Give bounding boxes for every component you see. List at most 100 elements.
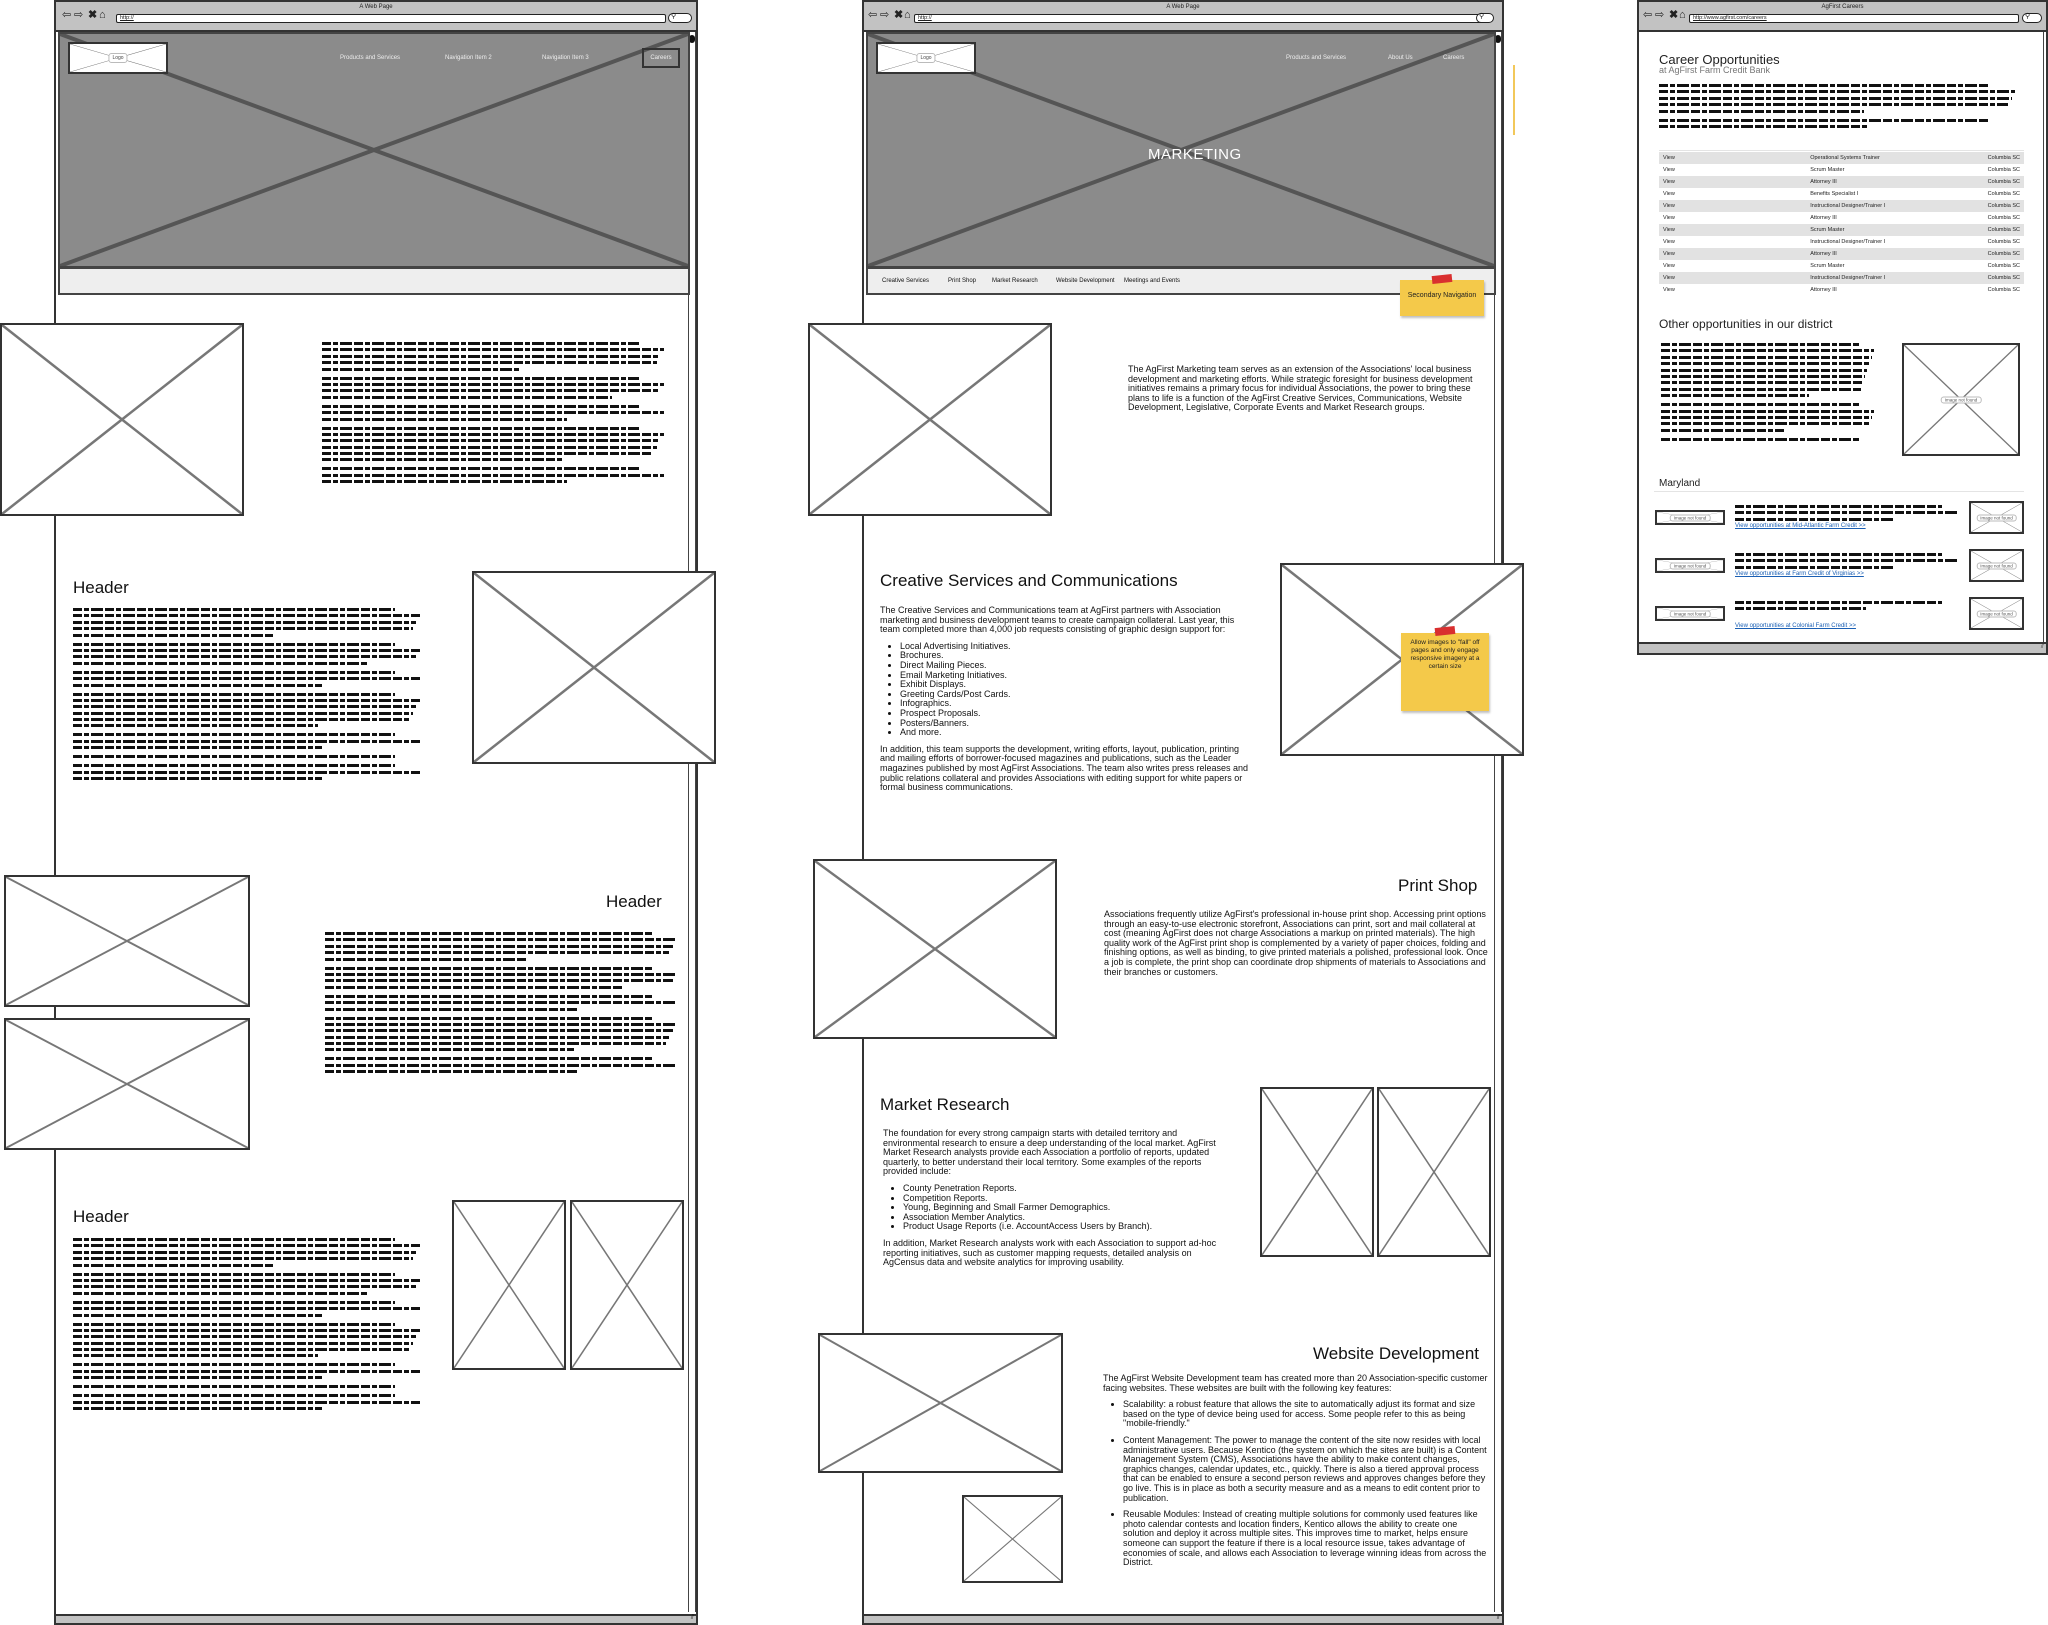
annotation-line (1513, 65, 1515, 135)
search-button[interactable]: ⚲ (1476, 13, 1494, 23)
subnav-creative-services[interactable]: Creative Services (882, 278, 929, 284)
creative-services-list: Local Advertising Initiatives.Brochures.… (880, 641, 1255, 738)
stop-icon[interactable]: ✖ (88, 10, 97, 21)
placeholder-text-line (1659, 103, 2009, 107)
divider (1654, 491, 2024, 492)
placeholder-text-line (73, 1307, 420, 1311)
view-link[interactable]: View (1659, 188, 1806, 200)
search-button[interactable]: ⚲ (2022, 13, 2042, 23)
list-item: Greeting Cards/Post Cards. (900, 689, 1255, 700)
view-link[interactable]: View (1659, 260, 1806, 272)
image-not-found-label: Image not found (1669, 562, 1711, 569)
tape-icon (1431, 273, 1453, 285)
home-icon[interactable]: ⌂ (99, 10, 106, 21)
url-input[interactable]: http://www.agfirst.com/careers (1689, 14, 2019, 23)
hero-title: MARKETING (1148, 146, 1242, 163)
view-link[interactable]: View (1659, 200, 1807, 212)
back-icon[interactable]: ⇦ (62, 10, 71, 21)
creative-services-title: Creative Services and Communications (880, 571, 1178, 590)
table-row[interactable]: View Attorney III Columbia SC (1659, 248, 2024, 260)
job-title: Benefits Specialist I (1810, 191, 1859, 197)
url-input[interactable]: http:// (116, 14, 666, 23)
table-row[interactable]: View Attorney III Columbia SC (1659, 212, 2024, 224)
search-button[interactable]: ⚲ (668, 13, 692, 23)
view-link[interactable]: View (1659, 272, 1807, 284)
resize-grip-icon[interactable]: ⫽ (691, 1614, 694, 1622)
url-input[interactable]: http:// (914, 14, 1489, 23)
placeholder-text-line (322, 367, 519, 371)
stop-icon[interactable]: ✖ (1669, 10, 1678, 21)
placeholder-text-line (1659, 118, 1991, 122)
region-opportunities-link[interactable]: View opportunities at Colonial Farm Cred… (1735, 623, 1856, 629)
table-row[interactable]: View Instructional Designer/Trainer I Colu… (1659, 200, 2024, 212)
nav-item-2[interactable]: Navigation Item 2 (445, 55, 492, 61)
resize-grip-icon[interactable]: ⫽ (2041, 643, 2044, 651)
view-link[interactable]: View (1659, 236, 1806, 248)
placeholder-text-line (322, 361, 657, 365)
image-placeholder-icon (474, 573, 714, 762)
forward-icon[interactable]: ⇨ (74, 10, 83, 21)
stop-icon[interactable]: ✖ (894, 10, 903, 21)
forward-icon[interactable]: ⇨ (880, 10, 889, 21)
table-row[interactable]: View Scrum Master Columbia SC (1659, 260, 2024, 272)
view-link[interactable]: View (1659, 224, 1807, 236)
placeholder-text-line (73, 1291, 367, 1295)
view-link[interactable]: View (1659, 164, 1806, 176)
placeholder-text-line (325, 1042, 666, 1046)
image-placeholder (472, 571, 716, 764)
table-row[interactable]: View Scrum Master Columbia SC (1659, 164, 2024, 176)
table-row[interactable]: View Attorney III Columbia SC (1659, 176, 2024, 188)
job-location: Columbia SC (1987, 287, 2020, 293)
image-not-found-label: Image not found (1669, 610, 1711, 617)
view-link[interactable]: View (1659, 176, 1807, 188)
hero-image: Logo Products and Services Navigation It… (58, 32, 690, 268)
vertical-scrollbar[interactable] (2043, 32, 2046, 642)
market-research-list: County Penetration Reports.Competition R… (883, 1183, 1228, 1232)
logo[interactable]: Logo (68, 42, 168, 74)
logo[interactable]: Logo (876, 42, 976, 74)
image-placeholder (452, 1200, 566, 1370)
table-row[interactable]: View Operational Systems Trainer Columbia … (1659, 152, 2024, 164)
table-row[interactable]: View Instructional Designer/Trainer I Colu… (1659, 236, 2024, 248)
placeholder-text-line (325, 1022, 677, 1026)
job-title: Instructional Designer/Trainer I (1806, 272, 1984, 284)
subnav-market-research[interactable]: Market Research (992, 278, 1038, 284)
forward-icon[interactable]: ⇨ (1655, 10, 1664, 21)
image-placeholder: Image not found (1969, 549, 2024, 582)
resize-grip-icon[interactable]: ⫽ (1497, 1614, 1500, 1622)
subnav-meetings-events[interactable]: Meetings and Events (1124, 278, 1180, 284)
view-link[interactable]: View (1659, 152, 1807, 164)
image-placeholder-icon (6, 1020, 248, 1148)
nav-item-3[interactable]: Navigation Item 3 (542, 55, 589, 61)
nav-item-products[interactable]: Products and Services (340, 55, 400, 61)
placeholder-text-line (73, 648, 420, 652)
placeholder-text-line (325, 985, 624, 989)
view-link[interactable]: View (1659, 284, 1806, 296)
view-link[interactable]: View (1659, 248, 1807, 260)
nav-item-products[interactable]: Products and Services (1286, 55, 1346, 61)
placeholder-text-line (1661, 422, 1870, 426)
image-placeholder-icon (820, 1335, 1061, 1471)
job-title: Attorney III (1806, 248, 1984, 260)
home-icon[interactable]: ⌂ (904, 10, 911, 21)
careers-button[interactable]: Careers (642, 48, 680, 68)
table-row[interactable]: View Instructional Designer/Trainer I Colu… (1659, 272, 2024, 284)
view-link[interactable]: View (1659, 212, 1806, 224)
placeholder-text-line (1735, 553, 1942, 556)
region-opportunities-link[interactable]: View opportunities at Farm Credit of Vir… (1735, 571, 1864, 577)
placeholder-text-line (1661, 368, 1868, 372)
market-research-body: The foundation for every strong campaign… (883, 1128, 1228, 1268)
placeholder-text-line (73, 1328, 420, 1332)
table-row[interactable]: View Scrum Master Columbia SC (1659, 224, 2024, 236)
subnav-print-shop[interactable]: Print Shop (948, 278, 976, 284)
placeholder-text-line (325, 1035, 670, 1039)
region-opportunities-link[interactable]: View opportunities at Mid-Atlantic Farm … (1735, 523, 1866, 529)
back-icon[interactable]: ⇦ (868, 10, 877, 21)
nav-item-careers[interactable]: Careers (1443, 55, 1464, 61)
table-row[interactable]: View Benefits Specialist I Columbia SC (1659, 188, 2024, 200)
nav-item-about[interactable]: About Us (1388, 55, 1413, 61)
table-row[interactable]: View Attorney III Columbia SC (1659, 284, 2024, 296)
back-icon[interactable]: ⇦ (1643, 10, 1652, 21)
home-icon[interactable]: ⌂ (1679, 10, 1686, 21)
subnav-website-development[interactable]: Website Development (1056, 278, 1115, 284)
